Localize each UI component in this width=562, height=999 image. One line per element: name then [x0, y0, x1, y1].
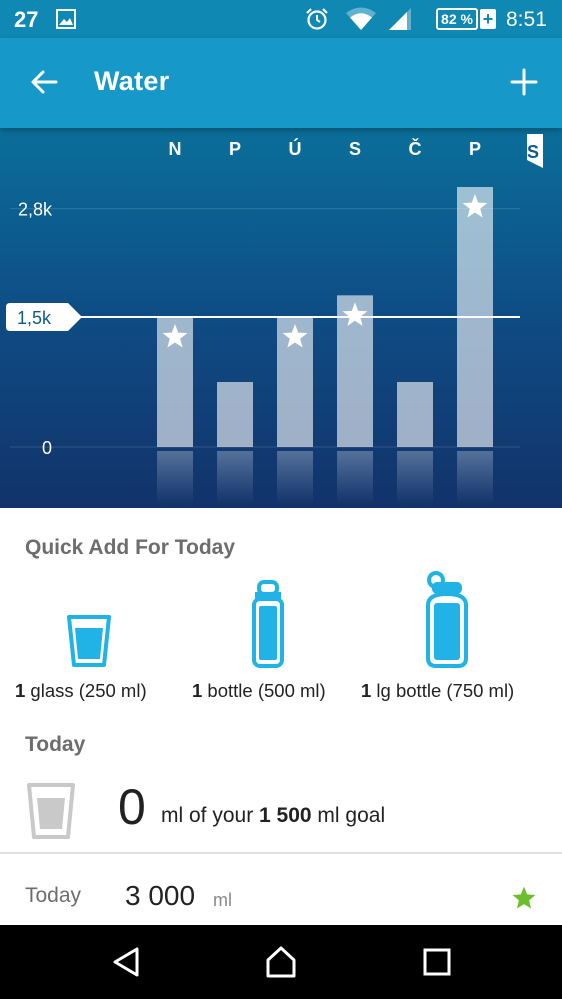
chart-bar [397, 382, 433, 447]
today-title: Today [25, 733, 86, 756]
day-label: S [527, 142, 539, 162]
chart-svg: 0 2,8k N P Ú S Č P S 1,5k [6, 134, 543, 505]
quick-add-large-bottle[interactable]: 1 lg bottle (750 ml) [360, 570, 562, 701]
log-value: 3 000 [125, 880, 196, 911]
y-tick-label: 0 [42, 438, 52, 458]
large-bottle-icon [426, 571, 468, 668]
chart-bar [217, 382, 253, 447]
recents-icon[interactable] [422, 945, 452, 979]
quick-add-title: Quick Add For Today [25, 536, 236, 559]
home-icon[interactable] [264, 945, 298, 979]
day-label: P [469, 139, 481, 159]
status-bar: 27 82 % + 8:51 [0, 0, 562, 38]
divider [0, 852, 562, 854]
back-triangle-icon[interactable] [110, 945, 142, 979]
plus-icon[interactable] [508, 66, 540, 98]
bar-reflection [337, 451, 373, 505]
bar-reflection [457, 451, 493, 505]
log-unit: ml [213, 890, 232, 910]
day-label: N [169, 139, 182, 159]
signal-icon [389, 8, 411, 30]
battery-icon: 82 % + [436, 8, 496, 30]
quick-add-bottle[interactable]: 1 bottle (500 ml) [185, 570, 365, 701]
bar-reflection [277, 451, 313, 505]
navigation-bar [0, 925, 562, 999]
glass-icon [67, 615, 111, 667]
quick-add-large-bottle-label: 1 lg bottle (750 ml) [361, 680, 515, 701]
water-chart[interactable]: 0 2,8k N P Ú S Č P S 1,5k [0, 128, 562, 508]
log-day: Today [25, 884, 82, 907]
bottle-icon [252, 580, 284, 668]
app-bar: Water [0, 38, 562, 128]
log-row-today[interactable]: Today 3 000 ml [0, 855, 562, 925]
star-icon [512, 886, 536, 909]
quick-add-glass[interactable]: 1 glass (250 ml) [0, 570, 185, 701]
arrow-left-icon[interactable] [28, 66, 60, 98]
today-goal-text: ml of your 1 500 ml goal [161, 804, 386, 827]
y-tick-label: 2,8k [18, 200, 53, 220]
day-label: P [229, 139, 241, 159]
bar-reflection [397, 451, 433, 505]
image-icon [56, 9, 76, 29]
charging-icon: + [480, 9, 496, 29]
empty-glass-icon [27, 783, 75, 839]
day-label: Ú [289, 138, 302, 159]
today-amount: 0 [118, 779, 146, 835]
goal-label: 1,5k [17, 308, 52, 328]
wifi-icon [346, 7, 376, 30]
battery-percent: 82 % [436, 8, 478, 30]
page-title: Water [94, 66, 170, 96]
day-label: Č [409, 138, 422, 159]
quick-add-glass-label: 1 glass (250 ml) [15, 680, 147, 701]
bar-reflection [217, 451, 253, 505]
day-label: S [349, 139, 361, 159]
notification-count: 27 [14, 7, 39, 32]
bar-reflection [157, 451, 193, 505]
quick-add-bottle-label: 1 bottle (500 ml) [192, 680, 326, 701]
alarm-icon [306, 8, 328, 30]
clock: 8:51 [506, 8, 547, 31]
